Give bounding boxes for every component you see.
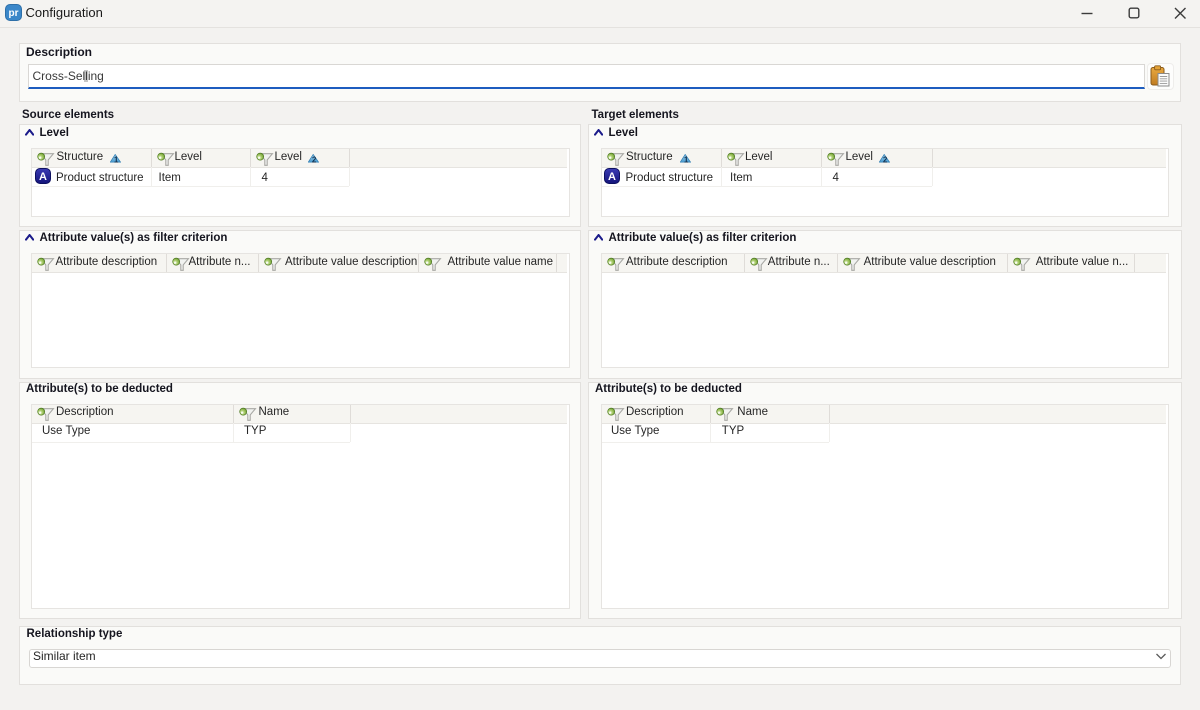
svg-text:1: 1 [683,155,688,163]
svg-text:1: 1 [114,155,119,163]
svg-text:2: 2 [883,155,888,163]
svg-text:A: A [608,171,616,183]
svg-text:A: A [39,171,47,183]
svg-text:pr: pr [9,8,19,19]
svg-text:2: 2 [312,155,317,163]
